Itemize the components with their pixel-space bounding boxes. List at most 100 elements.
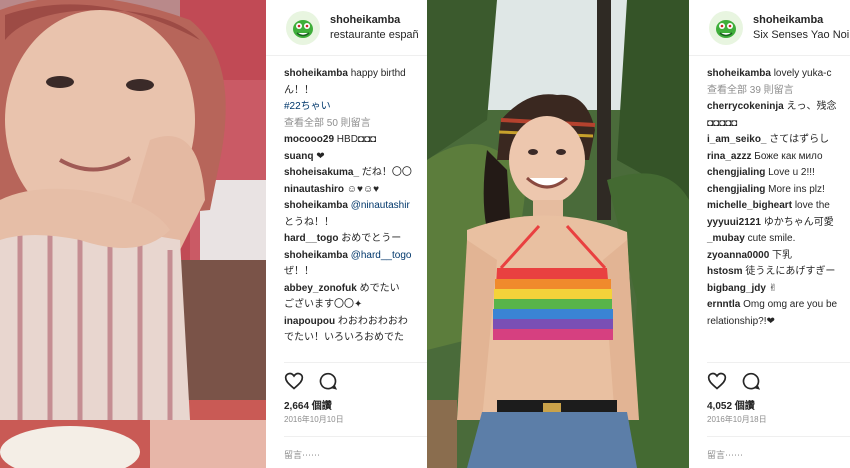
comment-icon[interactable] bbox=[318, 371, 338, 391]
post1-panel: shoheikamba restaurante españ shoheikamb… bbox=[266, 0, 427, 468]
avatar[interactable] bbox=[286, 10, 320, 45]
comment-text: ☺♥☺♥ bbox=[346, 183, 380, 195]
comment-list: shoheikamba lovely yuka-c 查看全部 39 則留言 ch… bbox=[689, 56, 850, 330]
comment-text: わおわおわおわ bbox=[337, 315, 408, 327]
comment-text: cute smile. bbox=[747, 233, 796, 244]
comment: chengjialing More ins plz! bbox=[707, 182, 850, 199]
comment: shoheikamba @hard__togo bbox=[284, 248, 427, 265]
post1-photo bbox=[0, 0, 266, 468]
comment: shoheikamba @ninautashir bbox=[284, 198, 427, 215]
location[interactable]: restaurante españ bbox=[330, 28, 419, 43]
comment-text: love the bbox=[794, 200, 830, 211]
comment-icon[interactable] bbox=[741, 371, 761, 391]
rat-fink-avatar-icon bbox=[293, 19, 313, 38]
username[interactable]: shoheikamba bbox=[330, 13, 419, 28]
username[interactable]: shoheikamba bbox=[753, 13, 849, 28]
comment-user[interactable]: shoheikamba bbox=[284, 200, 348, 211]
comment-text: さてはずらし bbox=[769, 134, 830, 145]
post-actions bbox=[707, 371, 761, 391]
comment: yyyuui2121 ゆかちゃん可愛 bbox=[707, 215, 850, 232]
comment-user[interactable]: chengjialing bbox=[707, 167, 765, 178]
comment: _mubay cute smile. bbox=[707, 231, 850, 248]
comment-line2: ぜ！！ bbox=[284, 266, 314, 277]
comment: zyoanna0000 下乳 bbox=[707, 248, 850, 265]
comment-user[interactable]: abbey_zonofuk bbox=[284, 283, 357, 294]
divider bbox=[284, 362, 427, 363]
caption-line2: ん！！ bbox=[284, 84, 314, 96]
add-comment-input[interactable]: 留言⋯⋯ bbox=[707, 448, 743, 461]
comment-user[interactable]: yyyuui2121 bbox=[707, 217, 761, 228]
heart-icon[interactable] bbox=[284, 371, 304, 391]
post-date: 2016年10月10日 bbox=[284, 415, 344, 424]
comment: suanq ❤ bbox=[284, 149, 427, 166]
comment-line2: とうね！！ bbox=[284, 216, 334, 228]
post-header: shoheikamba restaurante españ bbox=[266, 0, 427, 56]
comment-text: Боже как мило bbox=[754, 150, 823, 162]
post2-photo-image bbox=[427, 0, 689, 468]
comment-user[interactable]: _mubay bbox=[707, 233, 745, 244]
comment-user[interactable]: mocooo29 bbox=[284, 134, 334, 145]
comment-text: ゆかちゃん可愛 bbox=[763, 216, 834, 228]
rainbow-top bbox=[493, 268, 613, 340]
comment-user[interactable]: i_am_seiko_ bbox=[707, 134, 767, 145]
location[interactable]: Six Senses Yao Noi bbox=[753, 28, 849, 43]
caption-hashtag[interactable]: #22ちゃい bbox=[284, 99, 427, 116]
comment-user[interactable]: ernntla bbox=[707, 299, 740, 310]
caption-user[interactable]: shoheikamba bbox=[707, 68, 771, 79]
comment-user[interactable]: zyoanna0000 bbox=[707, 250, 769, 261]
comment: michelle_bigheart love the bbox=[707, 198, 850, 215]
avatar[interactable] bbox=[709, 10, 743, 45]
post-header: shoheikamba Six Senses Yao Noi bbox=[689, 0, 850, 56]
comment-user[interactable]: bigbang_jdy bbox=[707, 283, 766, 294]
comment-user[interactable]: ninautashiro bbox=[284, 184, 344, 195]
comment-user[interactable]: shoheikamba bbox=[284, 250, 348, 261]
comment: mocooo29 HBD◘◘◘ bbox=[284, 132, 427, 149]
comment: bigbang_jdy ✌ bbox=[707, 281, 850, 298]
rat-fink-avatar-icon bbox=[716, 19, 736, 38]
comment-text: 下乳 bbox=[772, 249, 793, 261]
post1-photo-image bbox=[0, 0, 266, 468]
comment: cherrycokeninja えっ、残念 bbox=[707, 99, 850, 116]
caption-text: lovely yuka-c bbox=[773, 68, 832, 79]
comment-user[interactable]: shoheisakuma_ bbox=[284, 167, 359, 178]
comment: chengjialing Love u 2!!! bbox=[707, 165, 850, 182]
comment-text: ❤ bbox=[316, 150, 325, 162]
comment-line2: でたい！いろいろおめでた bbox=[284, 332, 404, 343]
comment-text: Love u 2!!! bbox=[768, 167, 815, 178]
comment-user[interactable]: cherrycokeninja bbox=[707, 101, 784, 112]
divider bbox=[707, 362, 850, 363]
comment-user[interactable]: chengjialing bbox=[707, 184, 765, 195]
comment-list: shoheikamba happy birthd ん！！ #22ちゃい 查看全部… bbox=[266, 56, 427, 347]
comment-text: えっ、残念 bbox=[786, 101, 837, 112]
view-all-comments[interactable]: 查看全部 39 則留言 bbox=[707, 83, 850, 100]
comment-user[interactable]: hard__togo bbox=[284, 233, 338, 244]
comment: hard__togo おめでとうー bbox=[284, 231, 427, 248]
likes-count[interactable]: 2,664 個讚 bbox=[284, 397, 332, 412]
post2-photo bbox=[427, 0, 689, 468]
comment: ninautashiro ☺♥☺♥ bbox=[284, 182, 427, 199]
add-comment-input[interactable]: 留言⋯⋯ bbox=[284, 448, 320, 461]
comment-text: ✌ bbox=[768, 282, 778, 294]
likes-count[interactable]: 4,052 個讚 bbox=[707, 397, 755, 412]
comment-mention[interactable]: @hard__togo bbox=[351, 250, 412, 261]
comment-mention[interactable]: @ninautashir bbox=[351, 200, 410, 211]
caption-user[interactable]: shoheikamba bbox=[284, 68, 348, 79]
comment: ernntla Omg omg are you be bbox=[707, 297, 850, 314]
comment-text: おめでとうー bbox=[341, 233, 402, 244]
caption: shoheikamba happy birthd bbox=[284, 66, 427, 83]
divider bbox=[707, 436, 850, 437]
comment-text: めでたい bbox=[359, 282, 400, 294]
post2-panel: shoheikamba Six Senses Yao Noi shoheikam… bbox=[689, 0, 850, 468]
heart-icon[interactable] bbox=[707, 371, 727, 391]
view-all-comments[interactable]: 查看全部 50 則留言 bbox=[284, 116, 427, 133]
comment-user[interactable]: hstosm bbox=[707, 266, 743, 277]
comment-user[interactable]: michelle_bigheart bbox=[707, 200, 792, 211]
comment: hstosm 徒うえにあげすぎー bbox=[707, 264, 850, 281]
comment-line2: ◘◘◘◘◘ bbox=[707, 117, 738, 129]
comment-user[interactable]: suanq bbox=[284, 151, 313, 162]
comment: shoheisakuma_ だね！〇〇 bbox=[284, 165, 427, 182]
comment-text: Omg omg are you be bbox=[743, 299, 838, 310]
comment-user[interactable]: rina_azzz bbox=[707, 151, 751, 162]
comment: i_am_seiko_ さてはずらし bbox=[707, 132, 850, 149]
comment-user[interactable]: inapoupou bbox=[284, 316, 335, 327]
